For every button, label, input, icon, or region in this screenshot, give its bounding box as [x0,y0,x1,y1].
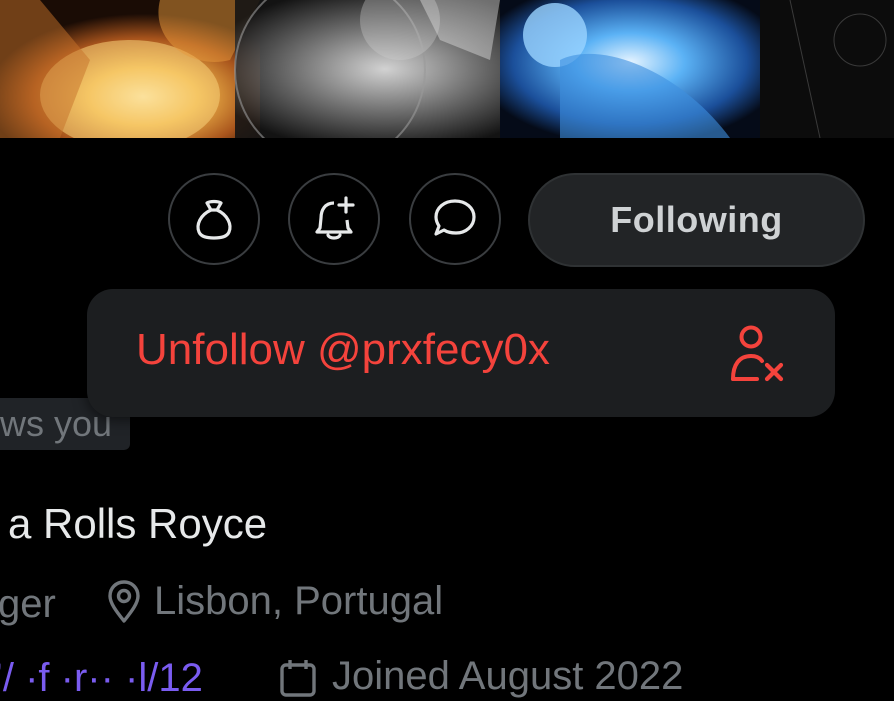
unfollow-label: Unfollow @prxfecy0x [136,325,550,374]
calendar-icon [280,659,316,697]
message-button[interactable] [409,173,501,265]
moneybag-icon [196,199,232,240]
unfollow-menu-item[interactable]: Unfollow @prxfecy0x [87,289,835,417]
profile-banner[interactable] [0,0,894,138]
profile-joined-text: Joined August 2022 [332,654,684,698]
profile-location-text: Lisbon, Portugal [154,578,444,623]
profile-location: Lisbon, Portugal [104,578,443,624]
profile-bio: a Rolls Royce [8,500,268,547]
following-button-label: Following [610,199,783,240]
profile-joined-date: Joined August 2022 [278,654,683,699]
follow-options-menu: Unfollow @prxfecy0x [87,289,835,417]
location-pin-icon [108,580,140,623]
bell-plus-icon [315,196,355,240]
profile-category: ger [0,582,56,626]
banner-image [0,0,894,138]
person-remove-icon [731,325,784,382]
notify-button[interactable] [288,173,380,265]
following-button[interactable]: Following [528,173,865,267]
message-icon [434,199,476,236]
tip-button[interactable] [168,173,260,265]
profile-website-link[interactable]: ’/ ·f ·r·· ·l/12 [0,656,203,701]
